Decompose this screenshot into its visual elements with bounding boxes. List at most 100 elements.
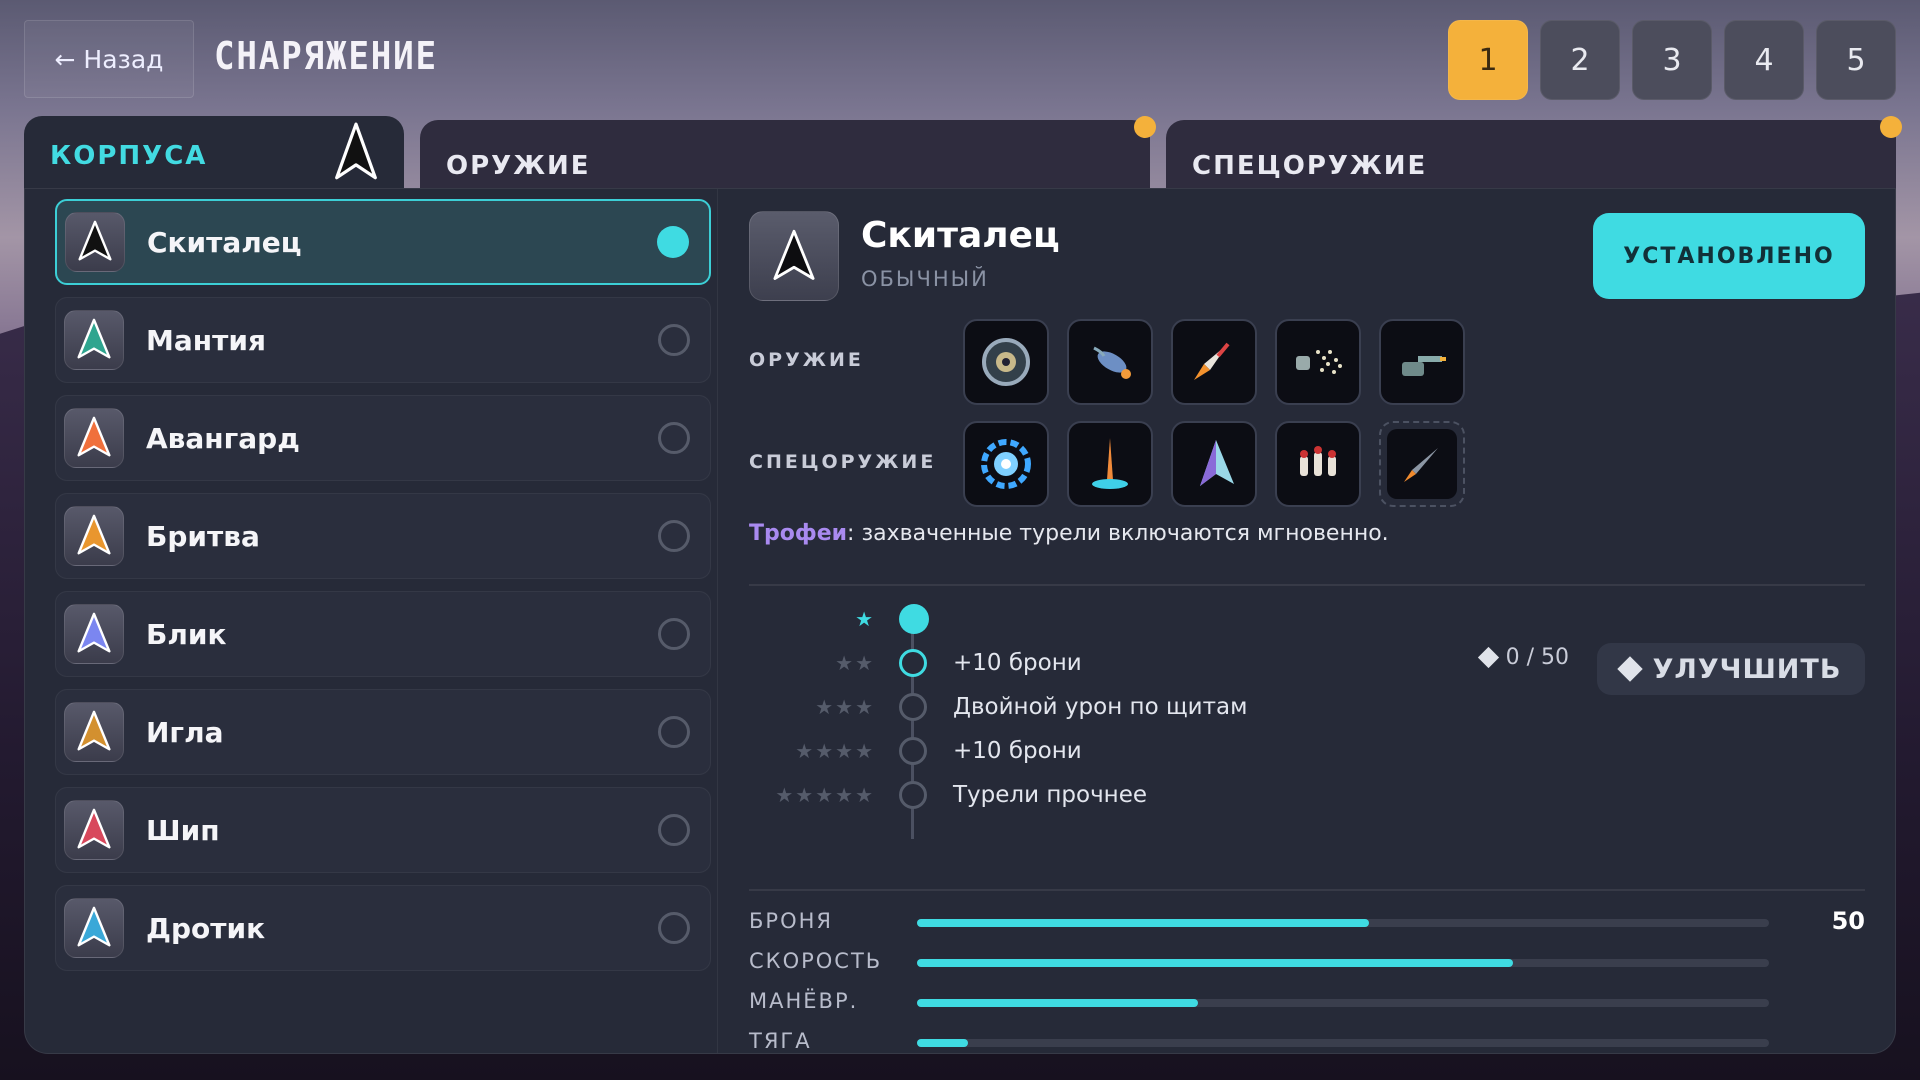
panel-divider [717, 189, 718, 1053]
special-slots [963, 421, 1465, 507]
upgrade-tier: ★ [749, 599, 1865, 639]
decoy-ship-icon [1200, 440, 1234, 486]
star-rating: ★★★ [815, 695, 875, 719]
stat-label: ТЯГА [749, 1029, 812, 1053]
upgrade-cost-value: 0 / 50 [1505, 645, 1569, 670]
equipment-slot[interactable] [963, 319, 1049, 405]
tier-bonus: +10 брони [953, 650, 1082, 676]
hull-item[interactable]: Игла [55, 689, 711, 775]
equipment-slot[interactable] [1275, 319, 1361, 405]
scatter-gun-icon [1296, 350, 1342, 374]
page-3-button[interactable]: 3 [1632, 20, 1712, 100]
star-rating: ★★★★★ [775, 783, 875, 807]
blue-ship-icon [77, 612, 111, 653]
stat-bar [917, 959, 1769, 967]
hull-item[interactable]: Блик [55, 591, 711, 677]
perk-note-text: : захваченные турели включаются мгновенн… [847, 521, 1389, 546]
hull-item[interactable]: Шип [55, 787, 711, 873]
hull-radio[interactable] [658, 324, 690, 356]
hull-tab-icon [335, 122, 377, 180]
stat-bar-fill [917, 959, 1514, 967]
hull-icon [64, 604, 124, 664]
turret-cannon-icon [1402, 356, 1446, 376]
gold-ship-icon [77, 710, 111, 751]
page-2-button[interactable]: 2 [1540, 20, 1620, 100]
hull-item-name: Игла [146, 715, 224, 749]
stat-bar-fill [917, 1039, 969, 1047]
back-button[interactable]: ← Назад [24, 20, 194, 98]
equipment-slot[interactable] [1275, 421, 1361, 507]
hull-list: Скиталец Мантия Авангард Бритва Блик Игла Шип Д… [55, 199, 711, 983]
tab-special[interactable]: СПЕЦОРУЖИЕ [1166, 116, 1902, 192]
hull-item[interactable]: Авангард [55, 395, 711, 481]
equipment-slot[interactable] [1171, 421, 1257, 507]
orbital-strike-icon [1092, 438, 1128, 489]
page-4-button[interactable]: 4 [1724, 20, 1804, 100]
loadout-pages: 1 2 3 4 5 [1448, 20, 1896, 100]
gem-icon [1477, 646, 1499, 669]
equipment-slot[interactable] [1171, 319, 1257, 405]
star-rating: ★★ [835, 651, 875, 675]
equipment-slot[interactable] [1379, 421, 1465, 507]
hull-preview [749, 211, 839, 301]
hull-radio[interactable] [658, 520, 690, 552]
section-divider [749, 584, 1865, 586]
stat-bar-fill [917, 919, 1369, 927]
hull-radio[interactable] [658, 716, 690, 748]
hull-item[interactable]: Дротик [55, 885, 711, 971]
page-5-button[interactable]: 5 [1816, 20, 1896, 100]
drone-rocket-icon [1404, 448, 1438, 482]
shield-ring-icon [981, 439, 1031, 489]
stat-row: БРОНЯ 50 [749, 907, 1865, 939]
hull-icon [64, 310, 124, 370]
hull-radio[interactable] [658, 422, 690, 454]
upgrade-button[interactable]: УЛУЧШИТЬ [1597, 643, 1865, 695]
section-divider [749, 889, 1865, 891]
new-indicator-dot [1134, 116, 1156, 138]
star-rating: ★★★★ [795, 739, 875, 763]
tier-node [899, 604, 929, 634]
stat-value: 50 [1831, 907, 1865, 935]
equipment-slot[interactable] [1379, 319, 1465, 405]
hull-item[interactable]: Мантия [55, 297, 711, 383]
equipment-slot[interactable] [1067, 319, 1153, 405]
hull-icon [64, 408, 124, 468]
hull-icon [64, 898, 124, 958]
disc-launcher-icon [982, 338, 1030, 386]
perk-note: Трофеи: захваченные турели включаются мг… [749, 521, 1389, 546]
stat-bar [917, 1039, 1769, 1047]
hull-name: Скиталец [861, 215, 1060, 256]
equipment-slot[interactable] [1067, 421, 1153, 507]
stat-label: МАНЁВР. [749, 989, 859, 1013]
gem-icon [1616, 656, 1643, 682]
hull-item-name: Блик [146, 617, 227, 651]
new-indicator-dot [1880, 116, 1902, 138]
hull-item[interactable]: Бритва [55, 493, 711, 579]
hull-radio[interactable] [658, 618, 690, 650]
tab-hulls[interactable]: КОРПУСА [24, 116, 404, 196]
stat-bar-fill [917, 999, 1199, 1007]
upgrade-button-label: УЛУЧШИТЬ [1652, 653, 1842, 685]
hull-icon [64, 506, 124, 566]
star-rating: ★ [855, 607, 875, 631]
stat-row: СКОРОСТЬ [749, 949, 1865, 979]
aqua-ship-icon [77, 906, 111, 947]
equipment-slot[interactable] [963, 421, 1049, 507]
black-arrow-ship-icon [78, 220, 112, 261]
hull-radio[interactable] [658, 912, 690, 944]
page-1-button[interactable]: 1 [1448, 20, 1528, 100]
perk-note-key: Трофеи [749, 521, 848, 546]
installed-button[interactable]: УСТАНОВЛЕНО [1593, 213, 1865, 299]
hull-item[interactable]: Скиталец [55, 199, 711, 285]
hull-rarity: ОБЫЧНЫЙ [861, 267, 989, 291]
red-ship-icon [77, 808, 111, 849]
tab-weapons[interactable]: ОРУЖИЕ [420, 116, 1156, 192]
hull-icon [65, 212, 125, 272]
hull-radio[interactable] [658, 814, 690, 846]
weapon-slots [963, 319, 1465, 405]
hull-radio[interactable] [657, 226, 689, 258]
hull-item-name: Бритва [146, 519, 260, 553]
hull-item-name: Шип [146, 813, 220, 847]
upgrade-tier: ★★★★★ Турели прочнее [749, 775, 1865, 815]
rocket-icon [1194, 342, 1230, 380]
